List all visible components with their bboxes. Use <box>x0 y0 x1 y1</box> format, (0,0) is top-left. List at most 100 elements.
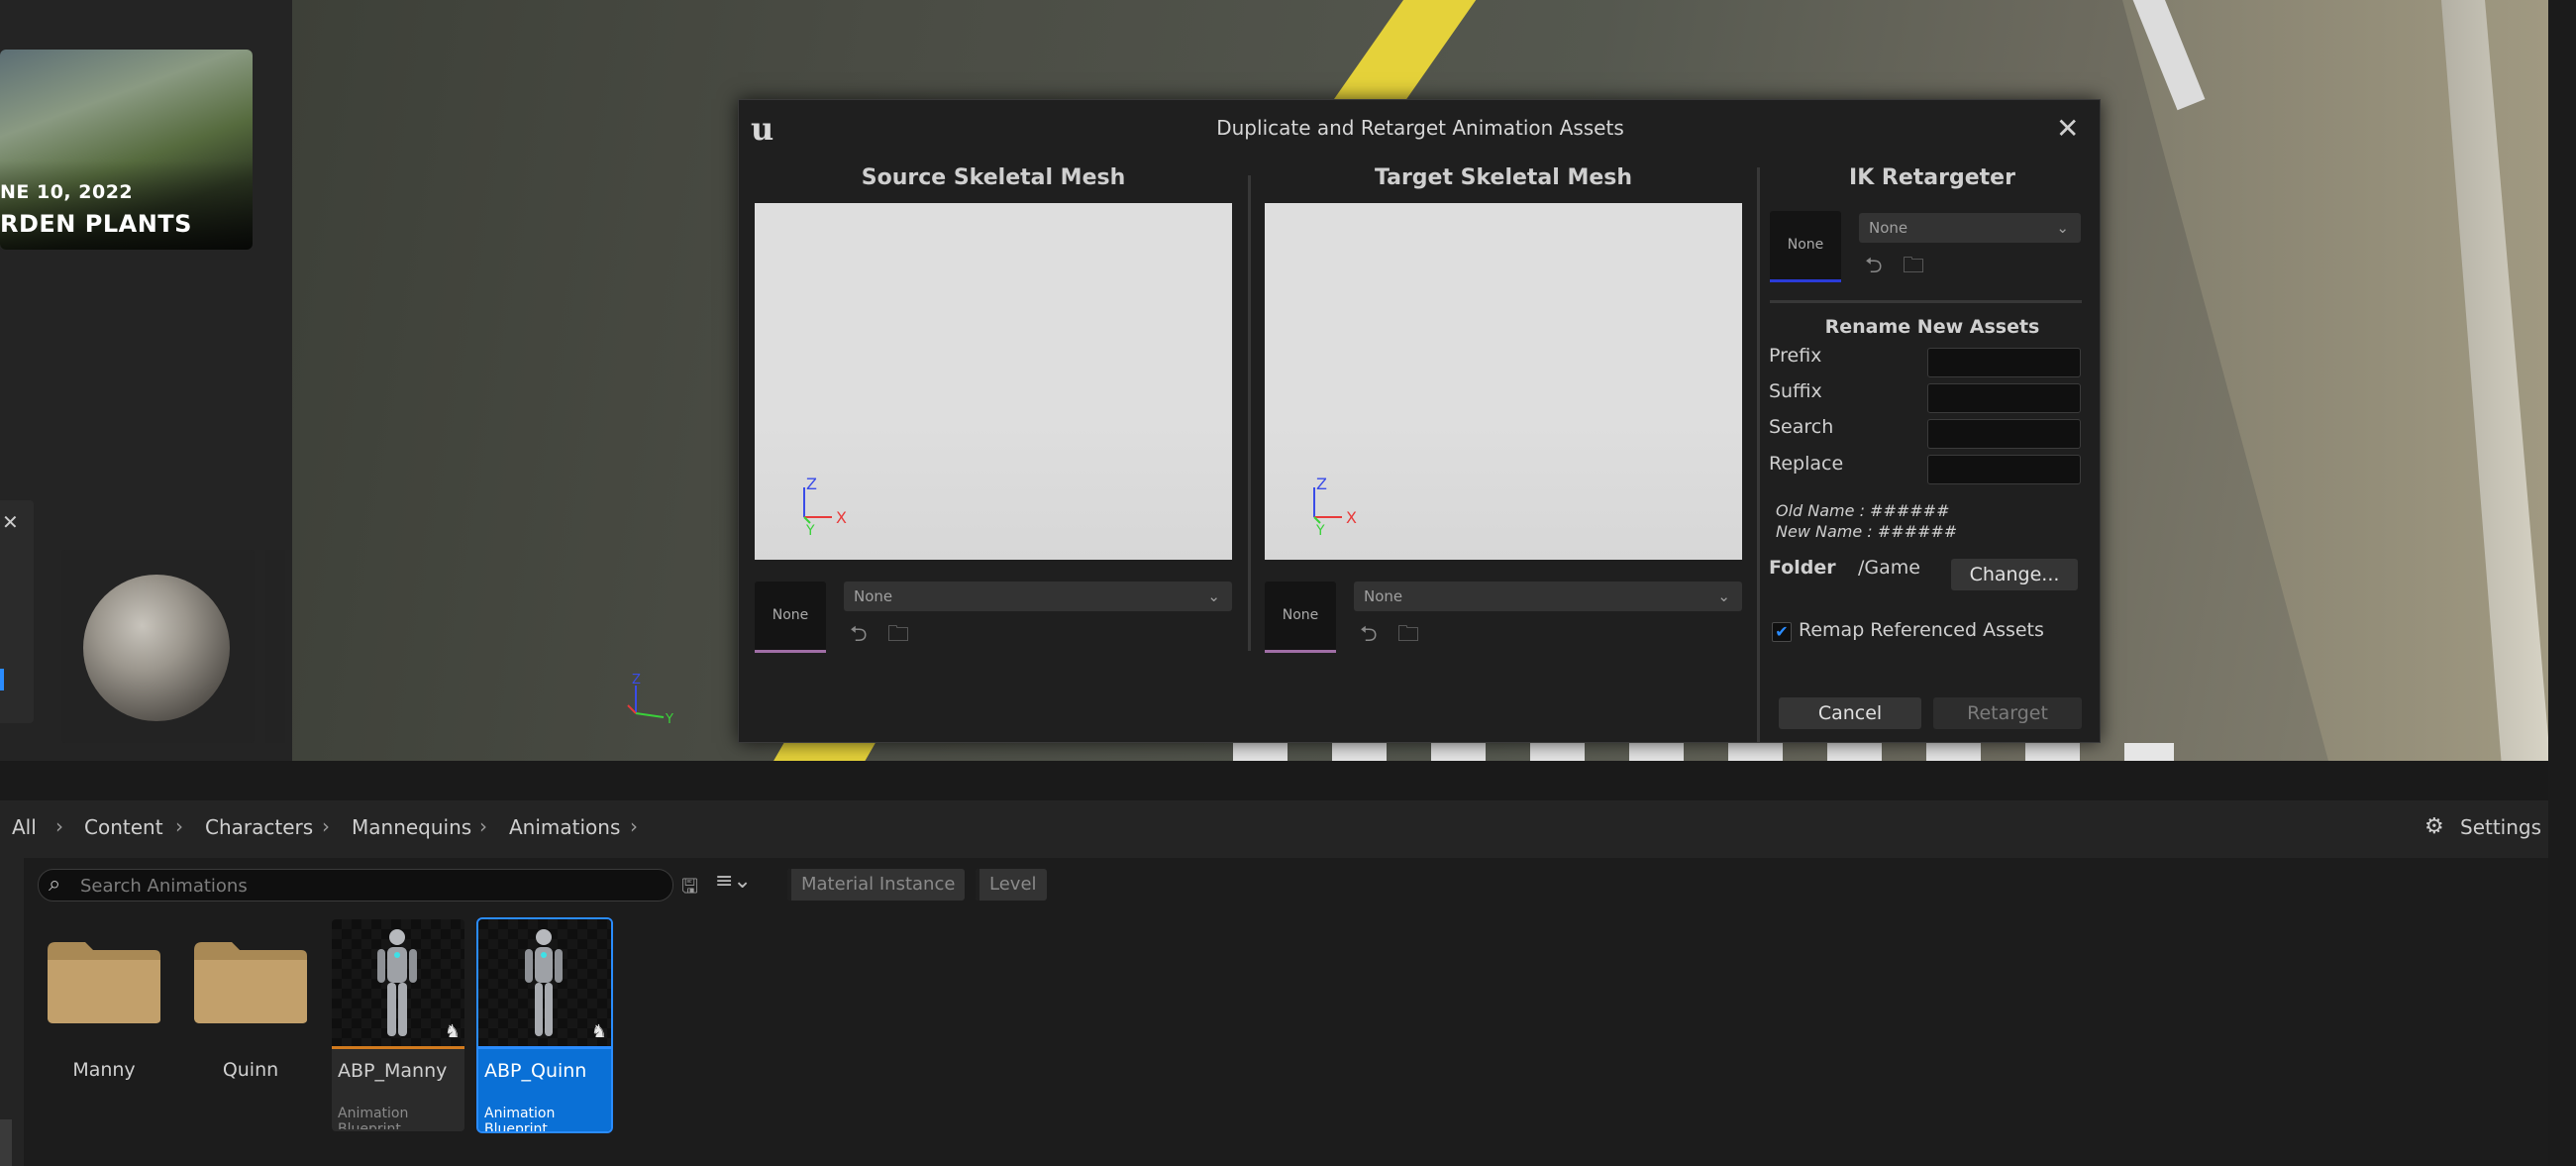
folder-path: /Game <box>1858 557 1920 579</box>
mannequin-icon <box>377 929 417 1036</box>
breadcrumb-animations[interactable]: Animations <box>509 815 620 839</box>
suffix-input[interactable] <box>1927 383 2081 413</box>
folder-label-manny[interactable]: Manny <box>46 1059 162 1081</box>
axis-z-label: Z <box>806 476 817 493</box>
asset-thumbnail: ♞ <box>478 919 611 1046</box>
scrollbar[interactable] <box>0 1119 12 1166</box>
use-selected-icon[interactable]: ⮌ <box>1865 249 1883 286</box>
gear-icon[interactable]: ⚙ <box>2424 814 2444 839</box>
remap-label: Remap Referenced Assets <box>1799 619 2044 641</box>
chevron-down-icon: ⌄ <box>2056 219 2069 237</box>
search-replace-input[interactable] <box>1927 419 2081 449</box>
ik-retargeter-combo[interactable]: None ⌄ <box>1859 213 2081 243</box>
target-mesh-combo[interactable]: None ⌄ <box>1354 582 1742 611</box>
asset-card-abp-quinn[interactable]: ♞ ABP_Quinn Animation Blueprint <box>476 917 613 1133</box>
crosswalk <box>1233 743 2174 761</box>
animation-badge-icon: ♞ <box>590 1021 607 1042</box>
ik-retargeter-thumbnail[interactable]: None <box>1770 211 1841 282</box>
chevron-right-icon: › <box>322 814 330 838</box>
axis-x-label: X <box>836 508 847 527</box>
section-divider <box>1770 300 2082 303</box>
cancel-button[interactable]: Cancel <box>1779 697 1921 729</box>
breadcrumb-characters[interactable]: Characters <box>205 815 313 839</box>
chevron-right-icon: › <box>630 814 638 838</box>
search-input[interactable] <box>80 874 665 898</box>
axis-x-label: X <box>1346 508 1357 527</box>
asset-card-abp-manny[interactable]: ♞ ABP_Manny Animation Blueprint <box>332 919 464 1131</box>
panel-divider <box>1248 175 1251 651</box>
browse-asset-icon[interactable]: 🗀 <box>1397 617 1419 655</box>
axis-z-label: Z <box>1316 476 1327 493</box>
source-mesh-thumbnail[interactable]: None <box>755 582 826 653</box>
target-axis-gizmo: Z X Y <box>1313 476 1357 535</box>
close-icon[interactable]: ✕ <box>2056 112 2079 145</box>
folder-icon[interactable] <box>46 936 162 1025</box>
asset-name: ABP_Quinn <box>484 1060 587 1082</box>
asset-type-bar <box>478 1046 611 1049</box>
material-thumbnail-partial[interactable] <box>265 550 285 743</box>
unreal-logo-icon: u <box>751 110 773 148</box>
dialog-title: Duplicate and Retarget Animation Assets <box>1216 116 1624 140</box>
replace-label: Replace <box>1769 453 1844 475</box>
gizmo-z-label: Z <box>632 674 641 688</box>
source-axis-gizmo: Z X Y <box>803 476 847 535</box>
new-name-preview: New Name : ###### <box>1776 522 1958 541</box>
replace-input[interactable] <box>1927 455 2081 484</box>
filter-chip-material-instance[interactable]: Material Instance <box>787 869 966 901</box>
asset-thumbnail: ♞ <box>332 919 464 1046</box>
target-combo-value: None <box>1364 587 1403 605</box>
source-thumbnail-label: None <box>772 607 809 623</box>
target-panel-title: Target Skeletal Mesh <box>1374 165 1633 190</box>
asset-type: Animation Blueprint <box>338 1106 409 1131</box>
ik-combo-value: None <box>1869 219 1908 237</box>
search-box[interactable]: ⌕ <box>38 869 673 901</box>
folder-icon[interactable] <box>192 936 309 1025</box>
mannequin-icon <box>525 929 563 1036</box>
old-name-preview: Old Name : ###### <box>1776 501 1950 520</box>
material-sphere-preview <box>83 575 230 721</box>
target-thumbnail-label: None <box>1282 607 1319 623</box>
prefix-input[interactable] <box>1927 348 2081 377</box>
source-mesh-combo[interactable]: None ⌄ <box>844 582 1232 611</box>
source-panel-title: Source Skeletal Mesh <box>861 165 1126 190</box>
asset-type: Animation Blueprint <box>484 1106 556 1131</box>
close-icon[interactable]: ✕ <box>2 510 19 534</box>
save-search-icon[interactable]: 🖫 <box>681 872 698 905</box>
news-date: NE 10, 2022 <box>0 181 134 203</box>
rename-section-title: Rename New Assets <box>1824 316 2040 338</box>
svg-text:u: u <box>751 110 773 148</box>
asset-type-bar <box>332 1046 464 1049</box>
remap-checkbox[interactable]: ✔ <box>1772 622 1792 642</box>
prefix-label: Prefix <box>1769 345 1822 367</box>
filter-icon[interactable]: ≡⌄ <box>715 869 752 894</box>
axis-y-label: Y <box>805 523 815 535</box>
chevron-down-icon: ⌄ <box>1717 587 1730 605</box>
retarget-dialog: Duplicate and Retarget Animation Assets … <box>738 99 2101 743</box>
breadcrumb-all[interactable]: All <box>12 815 37 839</box>
chevron-right-icon: › <box>175 814 183 838</box>
target-mesh-thumbnail[interactable]: None <box>1265 582 1336 653</box>
folder-label: Folder <box>1769 557 1836 579</box>
use-selected-icon[interactable]: ⮌ <box>1360 617 1378 655</box>
panel-divider <box>1757 167 1760 742</box>
breadcrumb-mannequins[interactable]: Mannequins <box>352 815 471 839</box>
viewport-axis-gizmo: Z Y <box>627 674 673 727</box>
search-label: Search <box>1769 416 1834 438</box>
use-selected-icon[interactable]: ⮌ <box>850 617 868 655</box>
source-mesh-preview[interactable]: Z X Y <box>755 203 1232 560</box>
settings-button[interactable]: Settings <box>2460 815 2541 839</box>
content-browser-topbar <box>0 761 2548 804</box>
folder-label-quinn[interactable]: Quinn <box>192 1059 309 1081</box>
right-toolbar-strip <box>2548 0 2576 1166</box>
browse-asset-icon[interactable]: 🗀 <box>1903 249 1924 286</box>
browse-asset-icon[interactable]: 🗀 <box>887 617 909 655</box>
retarget-button[interactable]: Retarget <box>1933 697 2082 729</box>
news-title: RDEN PLANTS <box>0 210 192 238</box>
target-mesh-preview[interactable]: Z X Y <box>1265 203 1742 560</box>
filter-chip-level[interactable]: Level <box>976 869 1047 901</box>
chevron-right-icon: › <box>55 814 63 838</box>
gizmo-y-label: Y <box>665 712 673 727</box>
animation-badge-icon: ♞ <box>444 1021 461 1042</box>
breadcrumb-content[interactable]: Content <box>84 815 163 839</box>
change-folder-button[interactable]: Change... <box>1951 559 2078 590</box>
